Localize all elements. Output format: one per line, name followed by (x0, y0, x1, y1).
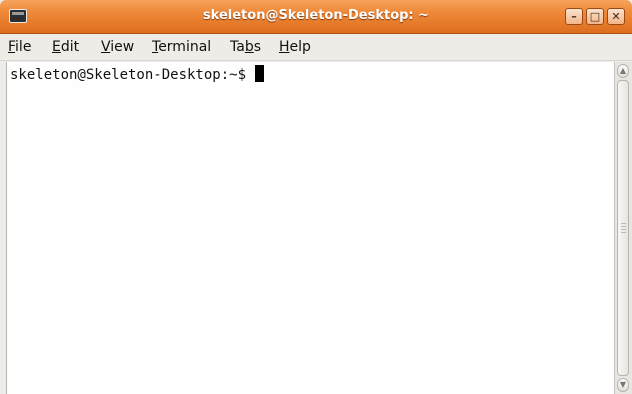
menu-view[interactable]: View (101, 39, 134, 55)
prompt-line: skeleton@Skeleton-Desktop:~$ (10, 65, 265, 83)
window-title: skeleton@Skeleton-Desktop: ~ (202, 8, 430, 23)
text-cursor (255, 65, 265, 82)
menu-tabs[interactable]: Tabs (230, 39, 261, 55)
grip-icon (621, 223, 626, 235)
menu-terminal[interactable]: Terminal (152, 39, 211, 55)
maximize-icon: □ (589, 10, 601, 23)
scroll-down-button[interactable]: ▼ (617, 378, 629, 392)
close-icon: ✕ (611, 10, 621, 23)
minimize-button[interactable]: – (565, 8, 583, 25)
terminal-window: skeleton@Skeleton-Desktop: ~ – □ ✕ File … (0, 0, 632, 394)
menu-edit[interactable]: Edit (52, 39, 79, 55)
close-button[interactable]: ✕ (607, 8, 625, 25)
vertical-scrollbar[interactable]: ▲ ▼ (614, 62, 632, 394)
menu-help[interactable]: Help (279, 39, 311, 55)
scrollbar-thumb[interactable] (617, 80, 629, 376)
title-bar[interactable]: skeleton@Skeleton-Desktop: ~ – □ ✕ (0, 0, 632, 34)
maximize-button[interactable]: □ (586, 8, 604, 25)
menu-file[interactable]: File (8, 39, 31, 55)
shell-prompt: skeleton@Skeleton-Desktop:~$ (10, 67, 255, 83)
minimize-icon: – (571, 10, 577, 23)
scroll-up-button[interactable]: ▲ (617, 64, 629, 78)
terminal-output[interactable]: skeleton@Skeleton-Desktop:~$ (6, 62, 614, 394)
menu-bar: File Edit View Terminal Tabs Help (0, 35, 632, 61)
arrow-up-icon: ▲ (619, 66, 627, 75)
arrow-down-icon: ▼ (619, 380, 627, 389)
